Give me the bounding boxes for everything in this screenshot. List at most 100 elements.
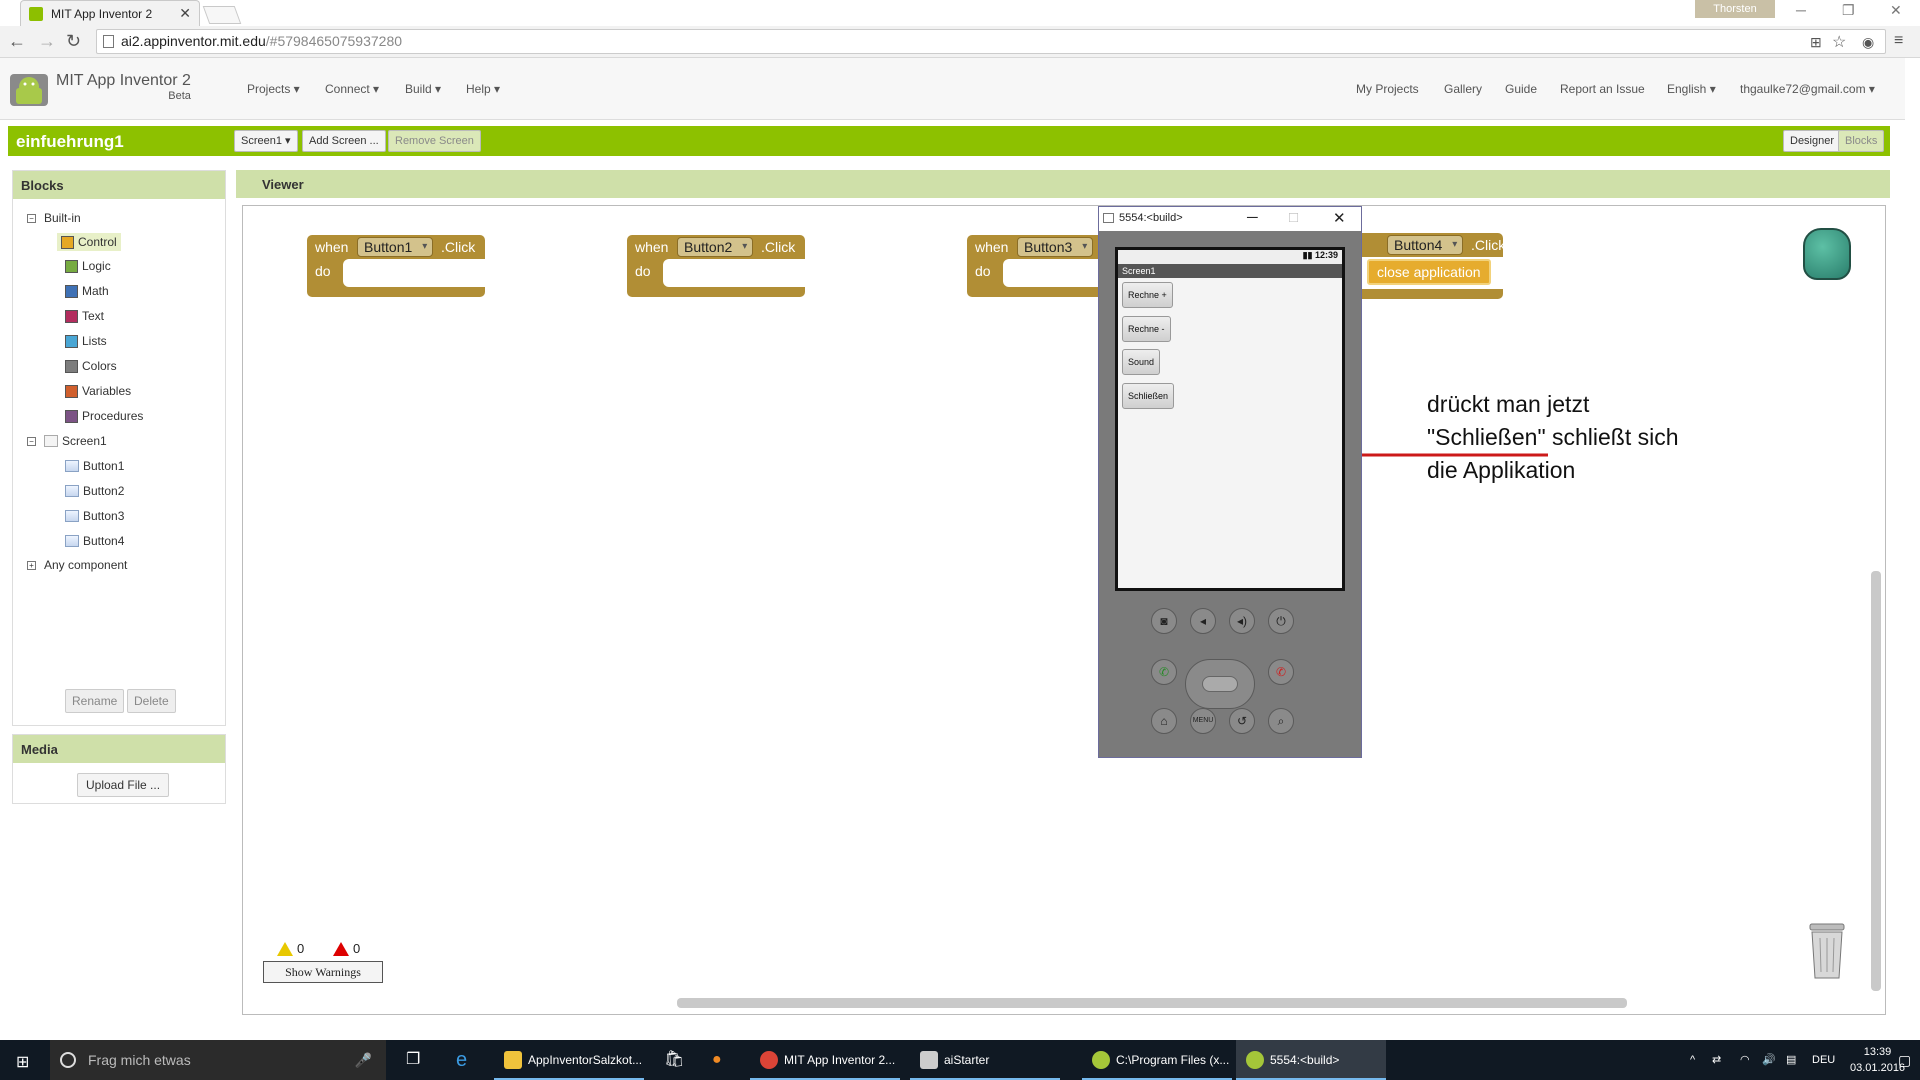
menu-gallery[interactable]: Gallery <box>1444 82 1482 96</box>
task-emulator[interactable]: 5554:<build> <box>1236 1040 1386 1080</box>
menu-connect[interactable]: Connect ▾ <box>325 82 379 96</box>
close-application-block[interactable]: close application <box>1367 259 1491 285</box>
microphone-icon[interactable]: 🎤 <box>355 1040 372 1080</box>
task-view-icon[interactable]: ❐ <box>406 1040 420 1080</box>
task-aistarter[interactable]: aiStarter <box>910 1040 1060 1080</box>
camera-key-icon[interactable]: ◙ <box>1151 608 1177 634</box>
task-explorer[interactable]: AppInventorSalzkot... <box>494 1040 644 1080</box>
tree-button4[interactable]: Button4 <box>65 534 124 548</box>
app-button-rechne-minus[interactable]: Rechne - <box>1122 316 1171 342</box>
chrome-menu-icon[interactable]: ≡ <box>1894 32 1903 50</box>
restore-icon[interactable]: ❐ <box>1842 2 1855 19</box>
profile-badge[interactable]: Thorsten <box>1695 0 1775 18</box>
tree-math[interactable]: Math <box>65 284 109 298</box>
browser-tab[interactable]: MIT App Inventor 2 ✕ <box>20 0 200 26</box>
input-language[interactable]: DEU <box>1812 1040 1835 1080</box>
blocks-workspace[interactable]: when Button1 .Click do when Button2 .Cli… <box>242 205 1886 1015</box>
minimize-icon[interactable]: ─ <box>1796 2 1806 18</box>
tree-procedures[interactable]: Procedures <box>65 409 143 423</box>
collapse-icon[interactable]: − <box>27 436 36 446</box>
backpack-icon[interactable] <box>1803 228 1851 280</box>
dpad-center[interactable] <box>1202 676 1238 692</box>
remove-screen-button[interactable]: Remove Screen <box>388 130 481 152</box>
volume-icon[interactable]: 🔊 <box>1762 1040 1776 1080</box>
tab-close-icon[interactable]: ✕ <box>179 5 191 22</box>
designer-button[interactable]: Designer <box>1783 130 1842 152</box>
component-dropdown[interactable]: Button3 <box>1017 237 1094 257</box>
tree-logic[interactable]: Logic <box>65 259 111 273</box>
app-button-rechne-plus[interactable]: Rechne + <box>1122 282 1173 308</box>
tree-button1[interactable]: Button1 <box>65 459 124 473</box>
menu-build[interactable]: Build ▾ <box>405 82 441 96</box>
tree-builtin[interactable]: − Built-in <box>27 211 81 225</box>
button2-click-block[interactable]: when Button2 .Click do <box>627 235 805 297</box>
translate-icon[interactable]: ⊞ <box>1810 34 1822 51</box>
component-dropdown[interactable]: Button2 <box>677 237 754 257</box>
edge-icon[interactable]: e <box>456 1040 467 1080</box>
bookmark-star-icon[interactable]: ☆ <box>1832 32 1846 52</box>
menu-help[interactable]: Help ▾ <box>466 82 500 96</box>
home-icon[interactable]: ⌂ <box>1151 708 1177 734</box>
tree-variables[interactable]: Variables <box>65 384 131 398</box>
menu-guide[interactable]: Guide <box>1505 82 1537 96</box>
menu-key[interactable]: MENU <box>1190 708 1216 734</box>
menu-my-projects[interactable]: My Projects <box>1356 82 1419 96</box>
volume-up-icon[interactable]: ◂) <box>1229 608 1255 634</box>
tree-button2[interactable]: Button2 <box>65 484 124 498</box>
app-button-schliessen[interactable]: Schließen <box>1122 383 1175 409</box>
trash-icon[interactable] <box>1806 922 1848 980</box>
search-key-icon[interactable]: ⌕ <box>1268 708 1294 734</box>
tree-control[interactable]: Control <box>57 233 121 251</box>
tree-any-component[interactable]: + Any component <box>27 558 127 572</box>
app-button-sound[interactable]: Sound <box>1122 349 1161 375</box>
notifications-icon[interactable]: ▤ <box>1786 1040 1796 1080</box>
component-dropdown[interactable]: Button1 <box>357 237 434 257</box>
menu-language[interactable]: English ▾ <box>1667 82 1716 96</box>
new-tab-button[interactable] <box>202 6 242 24</box>
url-input[interactable]: ai2.appinventor.mit.edu/#579846507593728… <box>96 29 1886 54</box>
wifi-icon[interactable]: ◠ <box>1740 1040 1750 1080</box>
horizontal-scrollbar[interactable] <box>677 998 1627 1008</box>
back-icon[interactable]: ← <box>8 31 26 52</box>
blocks-button[interactable]: Blocks <box>1838 130 1885 152</box>
cortana-search-box[interactable]: Frag mich etwas 🎤 <box>50 1040 386 1080</box>
emulator-close-icon[interactable]: ✕ <box>1333 209 1346 227</box>
emulator-minimize-icon[interactable]: ─ <box>1247 209 1258 226</box>
taskbar-clock[interactable]: 13:39 03.01.2016 <box>1850 1044 1905 1076</box>
tree-colors[interactable]: Colors <box>65 359 117 373</box>
extension-icon[interactable]: ◉ <box>1862 34 1874 51</box>
action-center-icon[interactable]: ▢ <box>1898 1040 1911 1080</box>
collapse-icon[interactable]: − <box>27 213 36 223</box>
expand-icon[interactable]: + <box>27 560 36 570</box>
show-warnings-button[interactable]: Show Warnings <box>263 961 383 983</box>
emulator-window[interactable]: 5554:<build> ─ □ ✕ ▮▮ 12:39 Screen1 Rech… <box>1098 206 1362 758</box>
menu-report-issue[interactable]: Report an Issue <box>1560 82 1645 96</box>
tree-screen1[interactable]: − Screen1 <box>27 434 107 448</box>
volume-down-icon[interactable]: ◂ <box>1190 608 1216 634</box>
windows-start-icon[interactable]: ⊞ <box>16 1052 29 1072</box>
call-icon[interactable]: ✆ <box>1151 659 1177 685</box>
back-key-icon[interactable]: ↺ <box>1229 708 1255 734</box>
delete-button[interactable]: Delete <box>127 689 176 713</box>
store-icon[interactable]: 🛍 <box>664 1040 684 1080</box>
tree-text[interactable]: Text <box>65 309 104 323</box>
component-dropdown[interactable]: Button4 <box>1387 235 1464 255</box>
app-brand[interactable]: MIT App Inventor 2 Beta <box>56 72 191 102</box>
forward-icon[interactable]: → <box>38 31 56 52</box>
task-chrome[interactable]: MIT App Inventor 2... <box>750 1040 900 1080</box>
vertical-scrollbar[interactable] <box>1871 571 1881 991</box>
firefox-icon[interactable]: ● <box>712 1040 722 1080</box>
add-screen-button[interactable]: Add Screen ... <box>302 130 386 152</box>
reload-icon[interactable]: ↻ <box>66 31 81 52</box>
emulator-maximize-icon[interactable]: □ <box>1289 209 1298 226</box>
menu-account[interactable]: thgaulke72@gmail.com ▾ <box>1740 82 1875 96</box>
power-icon[interactable]: ⏻ <box>1268 608 1294 634</box>
menu-projects[interactable]: Projects ▾ <box>247 82 300 96</box>
rename-button[interactable]: Rename <box>65 689 125 713</box>
task-program-files[interactable]: C:\Program Files (x... <box>1082 1040 1232 1080</box>
tree-button3[interactable]: Button3 <box>65 509 124 523</box>
tree-lists[interactable]: Lists <box>65 334 107 348</box>
upload-file-button[interactable]: Upload File ... <box>77 773 170 797</box>
screen-select[interactable]: Screen1 ▾ <box>234 130 298 152</box>
phone-screen[interactable]: ▮▮ 12:39 Screen1 Rechne + Rechne - Sound… <box>1115 247 1345 591</box>
